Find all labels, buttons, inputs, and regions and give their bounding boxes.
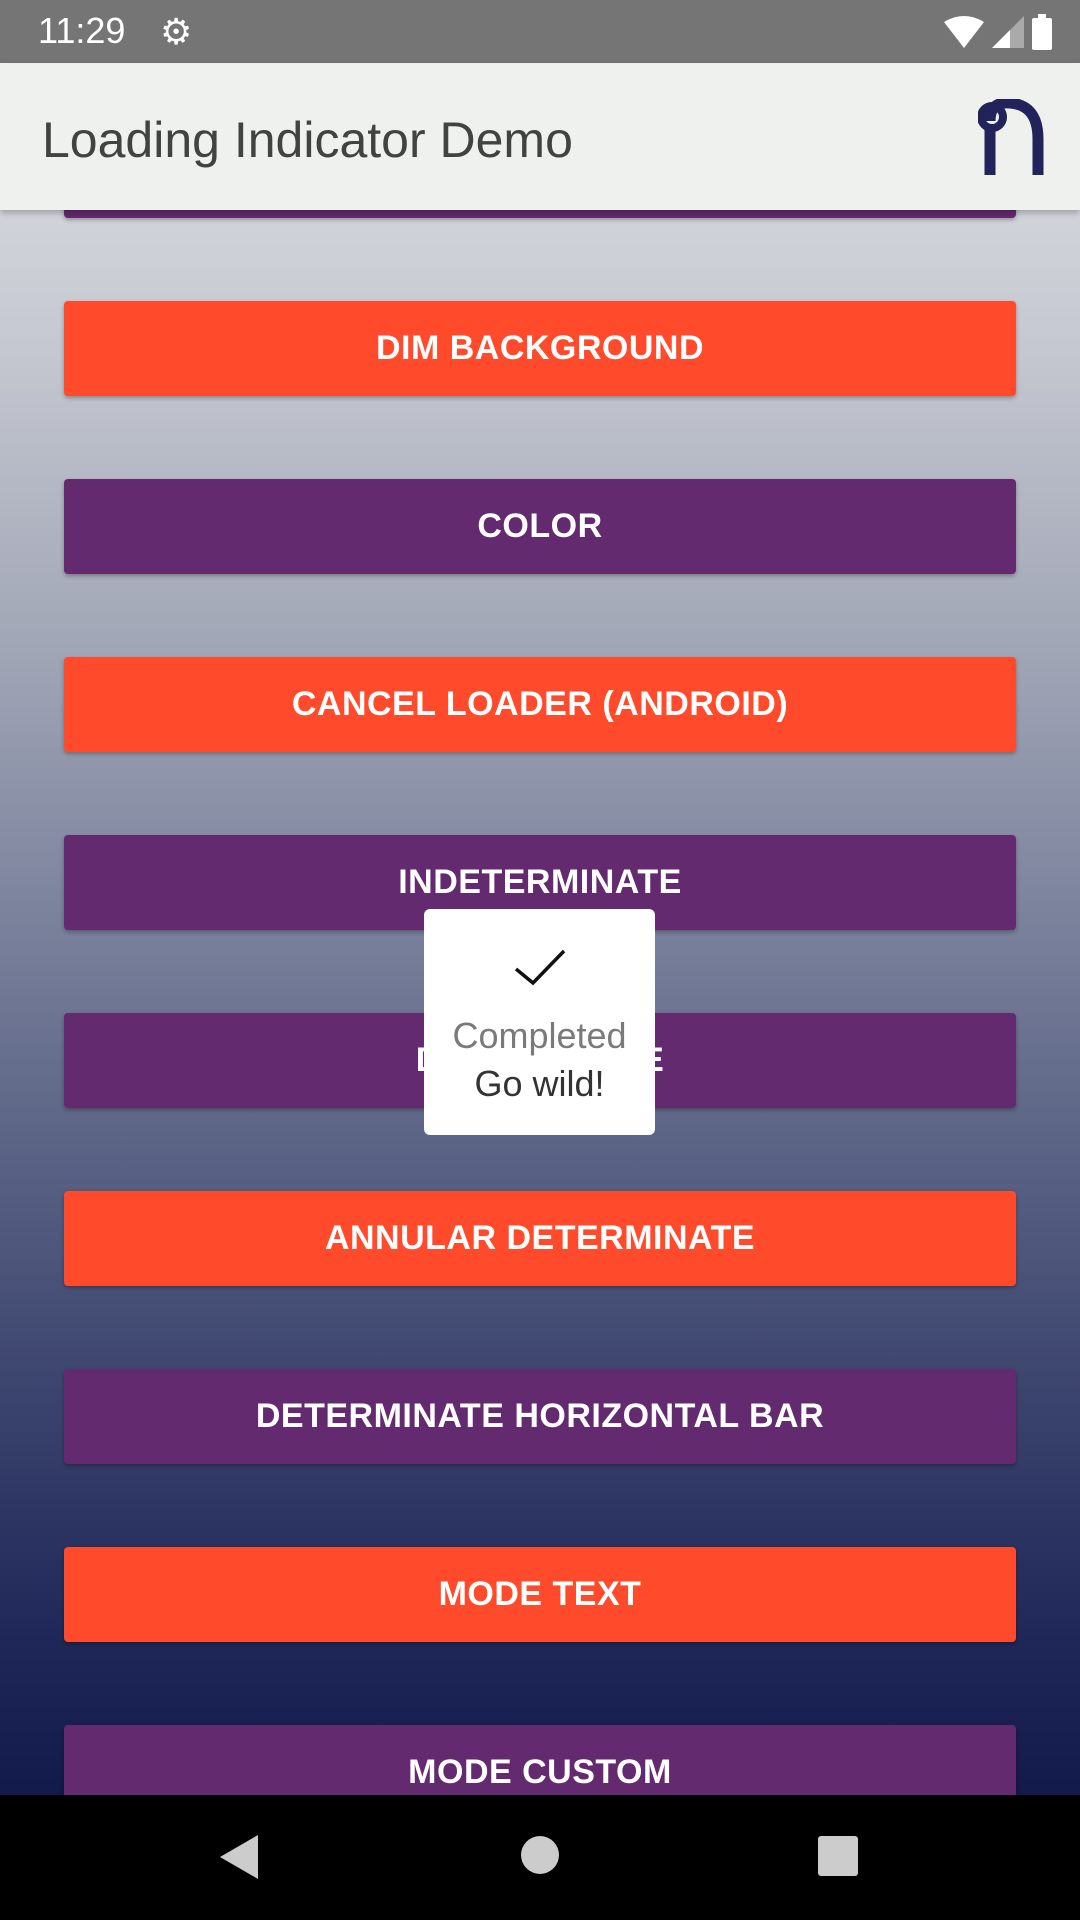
toast-title: Completed (452, 1015, 627, 1056)
page-title: Loading Indicator Demo (42, 112, 573, 168)
cell-signal-icon (992, 16, 1024, 48)
settings-gear-icon: ⚙ (160, 11, 193, 52)
battery-icon (1032, 14, 1052, 50)
navigation-bar (0, 1795, 1080, 1920)
button-dim-background[interactable]: DIM BACKGROUND (64, 301, 1016, 396)
button-annular-determinate[interactable]: ANNULAR DETERMINATE (64, 1191, 1016, 1286)
back-icon[interactable] (218, 1833, 260, 1881)
recents-icon[interactable] (818, 1836, 858, 1876)
status-time: 11:29 (38, 10, 126, 51)
completed-toast: Completed Go wild! (424, 909, 655, 1135)
button-color[interactable]: COLOR (64, 479, 1016, 574)
button-mode-text[interactable]: MODE TEXT (64, 1547, 1016, 1642)
status-bar: 11:29 ⚙ (0, 0, 1080, 63)
button-determinate-horizontal-bar[interactable]: DETERMINATE HORIZONTAL BAR (64, 1369, 1016, 1464)
checkmark-icon (514, 949, 565, 986)
home-icon[interactable] (520, 1835, 560, 1875)
button-cancel-loader-android[interactable]: CANCEL LOADER (ANDROID) (64, 657, 1016, 752)
app-logo-icon (978, 99, 1044, 175)
toast-message: Go wild! (474, 1063, 605, 1104)
app-bar: Loading Indicator Demo (0, 63, 1080, 210)
wifi-icon (944, 16, 984, 48)
